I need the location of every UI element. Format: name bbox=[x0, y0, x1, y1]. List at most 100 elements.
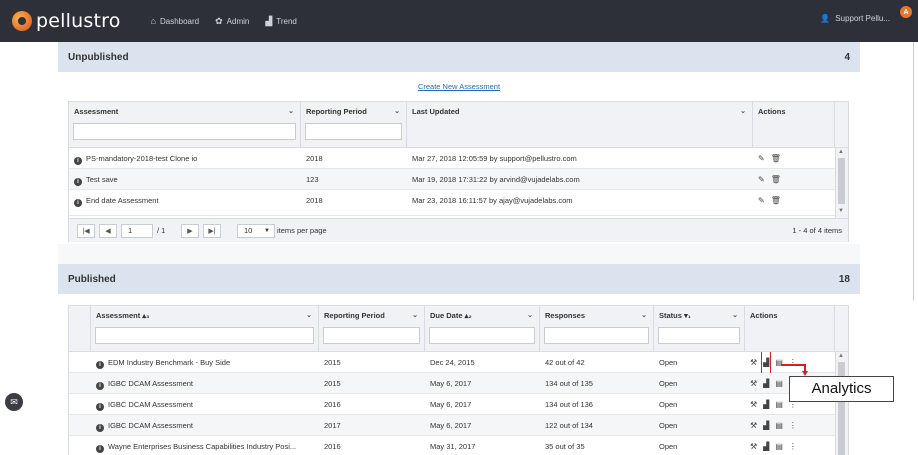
more-icon[interactable]: ⋮ bbox=[789, 352, 797, 373]
prev-page-button[interactable]: ◀ bbox=[99, 224, 117, 238]
tools-icon[interactable]: ⚒ bbox=[750, 352, 757, 373]
table-row[interactable]: i Wayne Enterprises Business Capabilities… bbox=[69, 436, 835, 455]
col-responses[interactable]: Responses ⌄ bbox=[540, 306, 654, 352]
table-row[interactable]: i PS-mandatory-2018-test Clone io 2018 Ma… bbox=[69, 148, 835, 169]
info-icon[interactable]: i bbox=[96, 445, 104, 453]
status-filter-input[interactable] bbox=[658, 327, 740, 344]
analytics-icon[interactable]: ▟ bbox=[761, 352, 772, 373]
chevron-down-icon[interactable]: ⌄ bbox=[732, 311, 738, 319]
col-last-updated[interactable]: Last Updated ⌄ bbox=[407, 102, 753, 148]
chevron-down-icon[interactable]: ⌄ bbox=[306, 311, 312, 319]
notification-badge[interactable]: A bbox=[900, 6, 912, 18]
info-icon[interactable]: i bbox=[96, 424, 104, 432]
table-row[interactable]: i IGBC DCAM Assessment 2016 May 6, 2017 1… bbox=[69, 394, 835, 415]
edit-icon[interactable]: ✎ bbox=[758, 148, 765, 169]
page-size-select[interactable]: 10 ▼ bbox=[237, 224, 275, 238]
last-page-button[interactable]: ▶| bbox=[203, 224, 221, 238]
info-icon[interactable]: i bbox=[96, 403, 104, 411]
reporting-period-filter-input[interactable] bbox=[305, 123, 402, 140]
scroll-down-icon[interactable]: ▼ bbox=[838, 208, 844, 214]
col-reporting-period[interactable]: Reporting Period ⌄ bbox=[319, 306, 425, 352]
scroll-thumb[interactable] bbox=[838, 158, 845, 204]
tools-icon[interactable]: ⚒ bbox=[750, 436, 757, 455]
first-page-button[interactable]: |◀ bbox=[77, 224, 95, 238]
next-page-button[interactable]: ▶ bbox=[181, 224, 199, 238]
responses-filter-input[interactable] bbox=[544, 327, 649, 344]
trash-icon[interactable]: 🗑 bbox=[771, 190, 781, 211]
page-number-input[interactable]: 1 bbox=[121, 224, 153, 238]
chevron-down-icon[interactable]: ⌄ bbox=[412, 311, 418, 319]
published-count: 18 bbox=[838, 273, 850, 285]
col-assessment[interactable]: Assessment ▴₃ ⌄ bbox=[91, 306, 319, 352]
table-row[interactable]: i End date Assessment 2018 Mar 23, 2018 1… bbox=[69, 190, 835, 216]
info-icon[interactable]: i bbox=[74, 178, 82, 186]
chevron-down-icon[interactable]: ⌄ bbox=[288, 107, 294, 115]
edit-icon[interactable]: ✎ bbox=[758, 190, 765, 211]
col-actions: Actions bbox=[745, 306, 835, 352]
reporting-period-filter-input[interactable] bbox=[323, 327, 420, 344]
nav-dashboard[interactable]: ⌂ Dashboard bbox=[151, 16, 200, 27]
tools-icon[interactable]: ⚒ bbox=[750, 373, 757, 394]
col-reporting-period-label: Reporting Period bbox=[306, 107, 367, 116]
tools-icon[interactable]: ⚒ bbox=[750, 394, 757, 415]
table-row[interactable]: i IGBC DCAM Assessment 2015 May 6, 2017 1… bbox=[69, 373, 835, 394]
pager: |◀ ◀ 1 / 1 ▶ ▶| 10 ▼ items per page 1 - 4… bbox=[69, 218, 848, 242]
nav-admin-label: Admin bbox=[226, 16, 250, 26]
analytics-icon[interactable]: ▟ bbox=[763, 394, 769, 415]
assessment-name: Wayne Enterprises Business Capabilities … bbox=[108, 442, 297, 451]
report-icon[interactable]: ▤ bbox=[775, 394, 783, 415]
assessment-name: IGBC DCAM Assessment bbox=[108, 400, 194, 409]
report-icon[interactable]: ▤ bbox=[775, 436, 783, 455]
vertical-scrollbar[interactable]: ▲ bbox=[835, 352, 848, 455]
scroll-up-icon[interactable]: ▲ bbox=[838, 149, 844, 155]
create-assessment-link[interactable]: Create New Assessment bbox=[58, 82, 860, 91]
app-logo[interactable]: pellustro bbox=[12, 0, 121, 42]
chevron-down-icon[interactable]: ⌄ bbox=[740, 107, 746, 115]
tools-icon[interactable]: ⚒ bbox=[750, 415, 757, 436]
assessment-name: IGBC DCAM Assessment bbox=[108, 379, 194, 388]
items-per-page-label: items per page bbox=[277, 226, 327, 235]
col-status[interactable]: Status ▾₁ ⌄ bbox=[654, 306, 745, 352]
assessment-filter-input[interactable] bbox=[73, 123, 296, 140]
col-reporting-period[interactable]: Reporting Period ⌄ bbox=[301, 102, 407, 148]
trash-icon[interactable]: 🗑 bbox=[771, 169, 781, 190]
unpublished-body: Create New Assessment Assessment ⌄ Repor… bbox=[58, 72, 860, 244]
col-assessment[interactable]: Assessment ⌄ bbox=[69, 102, 301, 148]
table-row[interactable]: i EDM Industry Benchmark - Buy Side 2015 … bbox=[69, 352, 835, 373]
unpublished-title: Unpublished bbox=[68, 51, 129, 63]
vertical-scrollbar[interactable]: ▲ ▼ bbox=[835, 148, 848, 218]
info-icon[interactable]: i bbox=[96, 382, 104, 390]
assessment-filter-input[interactable] bbox=[95, 327, 314, 344]
col-last-updated-label: Last Updated bbox=[412, 107, 460, 116]
col-actions-label: Actions bbox=[758, 107, 786, 116]
more-icon[interactable]: ⋮ bbox=[789, 415, 797, 436]
report-icon[interactable]: ▤ bbox=[775, 415, 783, 436]
chat-icon[interactable]: ✉ bbox=[5, 393, 23, 411]
analytics-icon[interactable]: ▟ bbox=[763, 415, 769, 436]
table-row[interactable]: i IGBC DCAM Assessment 2017 May 6, 2017 1… bbox=[69, 415, 835, 436]
reporting-period: 2018 bbox=[306, 154, 323, 163]
trash-icon[interactable]: 🗑 bbox=[771, 148, 781, 169]
assessment-name: PS-mandatory-2018-test Clone io bbox=[86, 154, 198, 163]
report-icon[interactable]: ▤ bbox=[775, 352, 783, 373]
chevron-down-icon[interactable]: ⌄ bbox=[527, 311, 533, 319]
nav-admin[interactable]: ✿ Admin bbox=[215, 16, 249, 27]
col-due-date[interactable]: Due Date ▴₂ ⌄ bbox=[425, 306, 540, 352]
chevron-down-icon[interactable]: ⌄ bbox=[641, 311, 647, 319]
reporting-period: 2017 bbox=[324, 421, 341, 430]
user-menu[interactable]: 👤 Support Pellu... bbox=[820, 14, 890, 23]
report-icon[interactable]: ▤ bbox=[775, 373, 783, 394]
analytics-icon[interactable]: ▟ bbox=[763, 436, 769, 455]
edit-icon[interactable]: ✎ bbox=[758, 169, 765, 190]
info-icon[interactable]: i bbox=[74, 199, 82, 207]
info-icon[interactable]: i bbox=[96, 361, 104, 369]
callout-arrow bbox=[781, 364, 806, 366]
info-icon[interactable]: i bbox=[74, 157, 82, 165]
table-row[interactable]: i Test save 123 Mar 19, 2018 17:31:22 by … bbox=[69, 169, 835, 190]
due-date-filter-input[interactable] bbox=[429, 327, 535, 344]
analytics-icon[interactable]: ▟ bbox=[763, 373, 769, 394]
more-icon[interactable]: ⋮ bbox=[789, 436, 797, 455]
nav-trend[interactable]: ▟ Trend bbox=[265, 16, 297, 27]
scroll-up-icon[interactable]: ▲ bbox=[838, 353, 844, 359]
chevron-down-icon[interactable]: ⌄ bbox=[394, 107, 400, 115]
